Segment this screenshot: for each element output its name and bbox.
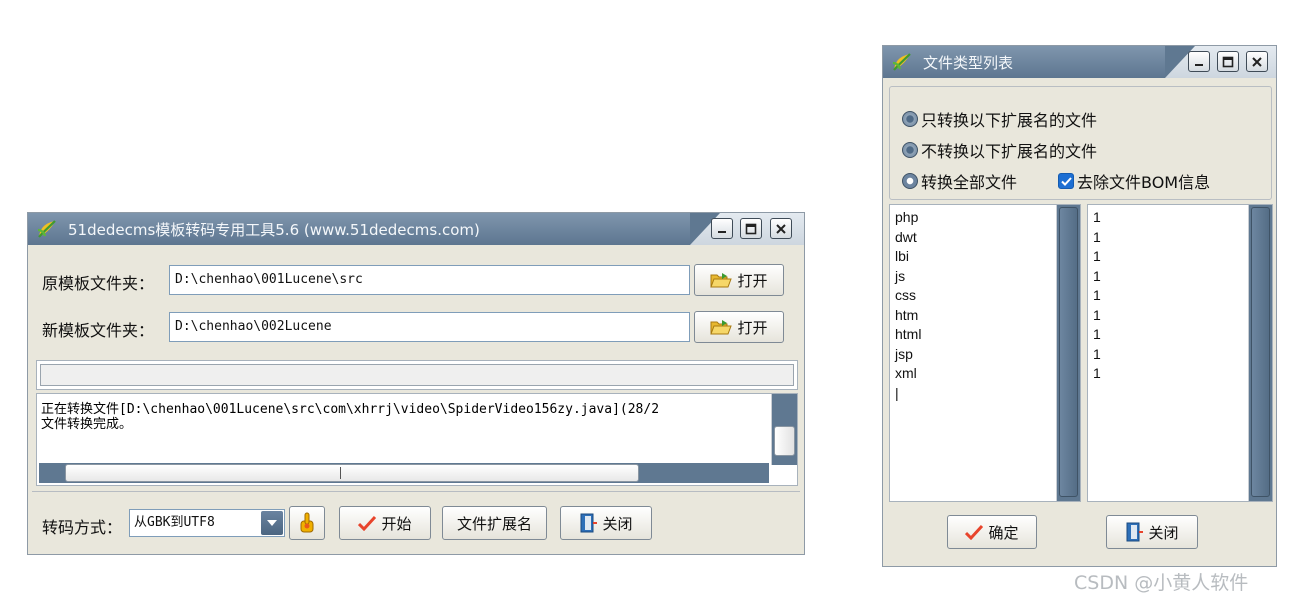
encoding-select[interactable]: 从GBK到UTF8 [129,509,285,537]
encoding-value: 从GBK到UTF8 [134,515,215,530]
minimize-icon [718,230,726,233]
extensions-scrollbar[interactable] [1056,205,1080,501]
settings-hand-icon [300,512,314,533]
maximize-button[interactable] [740,218,762,239]
option-convert-all[interactable]: 转换全部文件 [902,169,1017,193]
progress-bar [36,360,798,390]
open-target-button[interactable]: 打开 [694,311,784,343]
option-only-listed[interactable]: 只转换以下扩展名的文件 [902,107,1097,131]
option-exclude-listed[interactable]: 不转换以下扩展名的文件 [902,138,1097,162]
scroll-thumb[interactable] [1251,207,1270,497]
file-type-window: 文件类型列表 只转换以下扩展名的文件 不转换以下扩展名的文件 转换全部文件 去除… [882,45,1277,567]
log-horizontal-thumb[interactable] [65,464,639,482]
flags-textarea[interactable]: 1 1 1 1 1 1 1 1 1 [1087,204,1273,502]
radio-button[interactable] [902,142,918,158]
checkbox-checked[interactable] [1058,173,1074,189]
open-source-button[interactable]: 打开 [694,264,784,296]
extensions-text: php dwt lbi js css htm html jsp xml | [895,209,922,401]
minimize-button[interactable] [1188,51,1210,72]
option-convert-all-label: 转换全部文件 [921,173,1018,192]
file-extensions-button[interactable]: 文件扩展名 [442,506,547,540]
watermark: CSDN @小黄人软件 [1074,572,1249,594]
encoding-label: 转码方式： [42,518,123,537]
log-horizontal-scrollbar[interactable] [39,463,769,483]
settings-button[interactable] [289,506,325,540]
app-leaf-icon [37,220,56,238]
target-folder-label: 新模板文件夹： [42,321,155,340]
radio-button[interactable] [902,111,918,127]
close-types-label: 关闭 [1148,523,1179,542]
checkmark-icon [965,524,984,540]
target-folder-input[interactable]: D:\chenhao\002Lucene [169,312,690,342]
log-vertical-thumb[interactable] [774,426,795,456]
log-line: 正在转换文件[D:\chenhao\001Lucene\src\com\xhrr… [41,402,660,417]
window-title: 51dedecms模板转码专用工具5.6 (www.51dedecms.com) [68,221,480,239]
close-button[interactable] [1246,51,1268,72]
log-area[interactable]: 正在转换文件[D:\chenhao\001Lucene\src\com\xhrr… [36,393,798,486]
option-exclude-listed-label: 不转换以下扩展名的文件 [921,142,1098,161]
start-label: 开始 [381,514,412,533]
separator [32,491,800,492]
maximize-icon [1222,56,1234,67]
file-extensions-label: 文件扩展名 [456,514,532,533]
close-types-button[interactable]: 关闭 [1106,515,1198,549]
ok-button[interactable]: 确定 [947,515,1037,549]
title-bar[interactable]: 文件类型列表 [883,46,1276,78]
title-bar[interactable]: 51dedecms模板转码专用工具5.6 (www.51dedecms.com) [28,213,804,245]
app-leaf-icon [892,53,911,71]
open-target-label: 打开 [737,318,768,337]
ok-label: 确定 [988,523,1019,542]
close-app-button[interactable]: 关闭 [560,506,652,540]
log-line: 文件转换完成。 [41,417,133,432]
flags-scrollbar[interactable] [1248,205,1272,501]
close-icon [1252,56,1262,67]
minimize-button[interactable] [711,218,733,239]
window-title: 文件类型列表 [923,54,1014,72]
option-remove-bom-label: 去除文件BOM信息 [1077,173,1211,192]
door-exit-icon [1126,522,1144,542]
converter-window: 51dedecms模板转码专用工具5.6 (www.51dedecms.com)… [27,212,805,555]
source-folder-input[interactable]: D:\chenhao\001Lucene\src [169,265,690,295]
scroll-thumb[interactable] [1059,207,1078,497]
flags-text: 1 1 1 1 1 1 1 1 1 [1093,209,1101,381]
source-folder-label: 原模板文件夹： [42,274,155,293]
checkmark-icon [358,515,377,531]
check-icon [1060,176,1072,186]
maximize-icon [745,223,757,234]
log-vertical-scrollbar[interactable] [771,394,797,465]
open-source-label: 打开 [737,271,768,290]
minimize-icon [1195,63,1203,66]
extensions-textarea[interactable]: php dwt lbi js css htm html jsp xml | [889,204,1081,502]
chevron-down-icon[interactable] [261,511,283,535]
start-button[interactable]: 开始 [339,506,431,540]
option-remove-bom[interactable]: 去除文件BOM信息 [1058,169,1210,193]
folder-open-icon [710,273,733,288]
option-only-listed-label: 只转换以下扩展名的文件 [921,111,1098,130]
radio-button-selected[interactable] [902,173,918,189]
close-button[interactable] [770,218,792,239]
close-icon [776,223,786,234]
options-panel: 只转换以下扩展名的文件 不转换以下扩展名的文件 转换全部文件 去除文件BOM信息 [889,86,1272,200]
maximize-button[interactable] [1217,51,1239,72]
folder-open-icon [710,320,733,335]
door-exit-icon [580,513,598,533]
close-app-label: 关闭 [602,514,633,533]
